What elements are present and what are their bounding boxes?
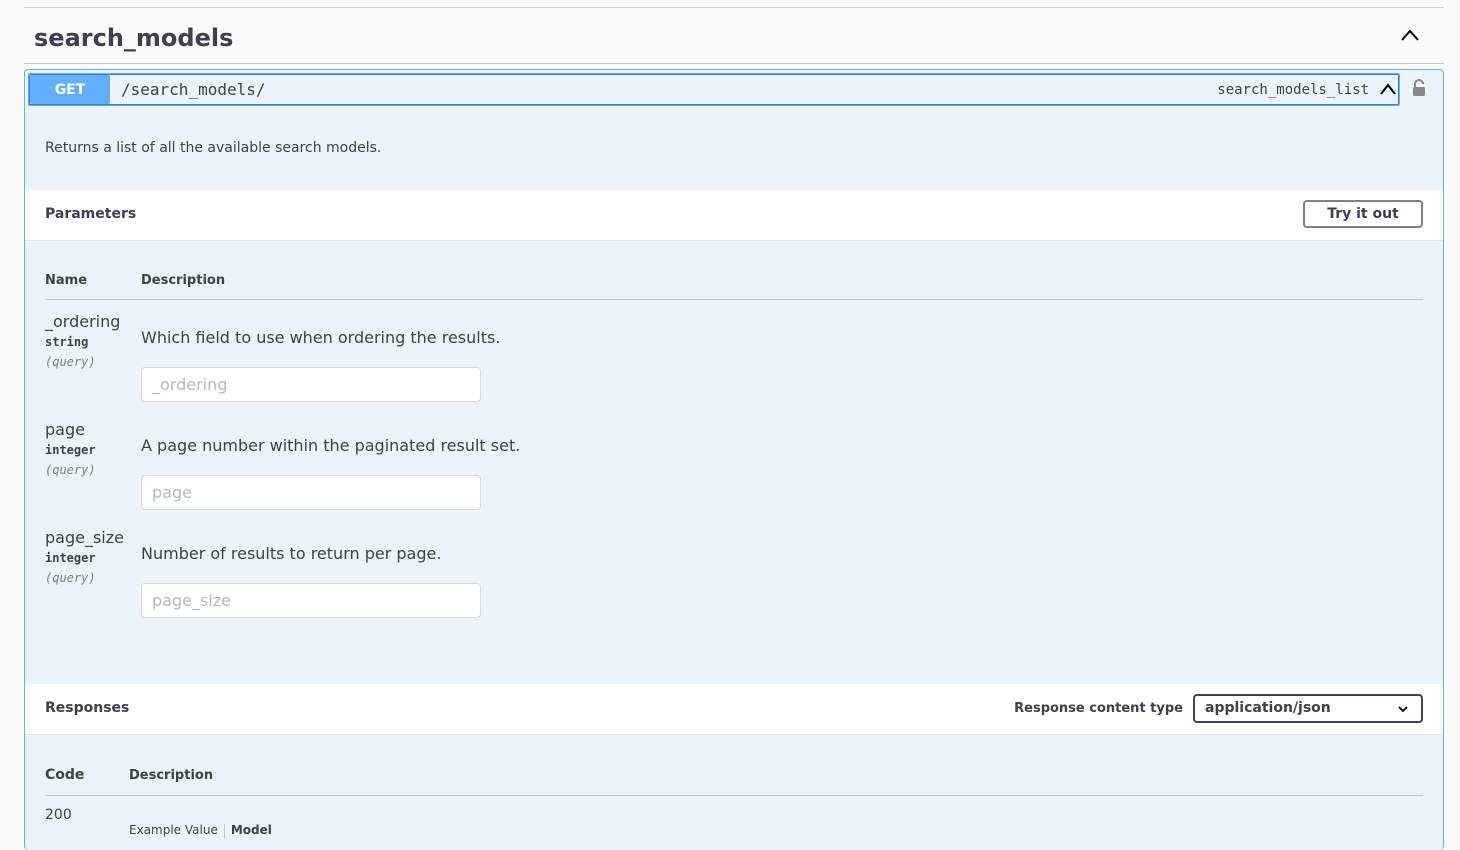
param-name: page [45, 420, 85, 439]
response-content-type-label: Response content type [1014, 701, 1183, 716]
response-code: 200 [45, 807, 72, 823]
top-divider [24, 7, 1444, 8]
page-size-input[interactable] [141, 583, 481, 618]
operation-block: GET /search_models/ search_models_list R… [24, 69, 1444, 850]
model-tab[interactable]: Model [231, 823, 272, 837]
param-location: (query) [45, 355, 96, 369]
chevron-down-icon [1398, 706, 1408, 713]
param-name: page_size [45, 528, 124, 547]
ordering-input[interactable] [141, 367, 481, 402]
chevron-up-icon[interactable] [1400, 28, 1420, 42]
operation-id: search_models_list [1217, 82, 1369, 98]
operation-path: /search_models/ [121, 80, 266, 99]
try-it-out-button[interactable]: Try it out [1303, 200, 1423, 228]
param-col-name: Name [45, 273, 88, 288]
responses-header: Responses Response content type applicat… [25, 684, 1443, 735]
parameters-heading: Parameters [45, 206, 137, 222]
operation-summary[interactable]: GET /search_models/ search_models_list [28, 73, 1400, 106]
param-col-description: Description [141, 273, 226, 288]
response-content-type-value: application/json [1205, 700, 1331, 716]
param-divider [45, 299, 1423, 300]
param-description: Which field to use when ordering the res… [141, 328, 501, 347]
param-location: (query) [45, 571, 96, 585]
response-tabs: Example Value Model [129, 823, 272, 838]
operation-description: Returns a list of all the available sear… [45, 140, 382, 156]
param-type: string [45, 335, 89, 349]
parameters-header: Parameters Try it out [25, 190, 1443, 241]
page-input[interactable] [141, 475, 481, 510]
tag-header[interactable]: search_models [24, 10, 1444, 64]
responses-heading: Responses [45, 700, 130, 716]
response-content-type-select[interactable]: application/json [1193, 694, 1423, 723]
tab-separator [223, 823, 225, 838]
param-description: A page number within the paginated resul… [141, 436, 521, 455]
response-col-description: Description [129, 768, 214, 783]
method-badge: GET [30, 75, 110, 104]
tag-title: search_models [34, 24, 234, 52]
response-divider [45, 795, 1423, 796]
param-description: Number of results to return per page. [141, 544, 442, 563]
response-col-code: Code [45, 767, 85, 783]
param-location: (query) [45, 463, 96, 477]
param-type: integer [45, 443, 96, 457]
param-name: _ordering [45, 312, 121, 331]
chevron-up-icon[interactable] [1379, 82, 1397, 96]
example-value-tab[interactable]: Example Value [129, 823, 218, 837]
lock-icon[interactable] [1411, 78, 1427, 98]
param-type: integer [45, 551, 96, 565]
